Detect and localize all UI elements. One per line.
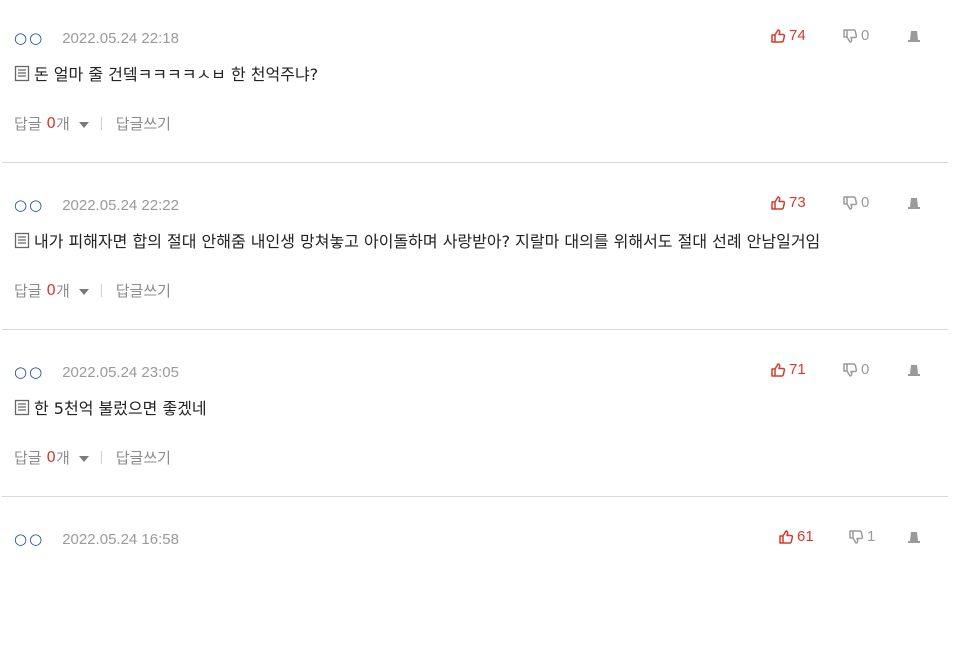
dislike-button[interactable]: 0 — [842, 361, 869, 378]
comment-date: 2022.05.24 22:18 — [62, 29, 179, 47]
dislike-count: 1 — [867, 528, 876, 545]
comment-meta: ○○ 2022.05.24 22:22 — [14, 195, 179, 215]
thumbs-up-icon — [771, 362, 786, 377]
reply-toggle-button[interactable]: 답글 0개 — [14, 447, 89, 468]
caret-down-icon — [78, 121, 89, 128]
dislike-button[interactable]: 1 — [848, 528, 875, 545]
comment-separator — [2, 162, 948, 163]
report-icon — [908, 31, 920, 42]
dislike-button[interactable]: 0 — [842, 27, 869, 44]
thumbs-up-icon — [779, 529, 794, 544]
like-button[interactable]: 61 — [778, 528, 814, 545]
comment-author[interactable]: ○○ — [14, 530, 44, 548]
reply-unit: 개 — [55, 281, 70, 300]
reply-label: 답글 — [14, 448, 42, 467]
comment-body: 내가 피해자면 합의 절대 안해줌 내인생 망쳐놓고 아이돌하며 사랑받아? 지… — [14, 229, 820, 251]
vote-bar: 74 0 — [770, 27, 930, 47]
caret-down-icon — [78, 455, 89, 462]
thumbs-down-icon — [843, 362, 858, 377]
document-icon — [14, 65, 30, 82]
comment-body: 한 5천억 불렀으면 좋겠네 — [14, 396, 207, 418]
comment-actions: 답글 0개 답글쓰기 — [14, 446, 171, 468]
divider — [100, 116, 102, 130]
write-reply-button[interactable]: 답글쓰기 — [116, 280, 171, 301]
comment-separator — [2, 496, 948, 497]
dislike-count: 0 — [861, 194, 870, 211]
report-icon — [908, 532, 920, 543]
reply-count: 0 — [46, 281, 56, 299]
report-button[interactable] — [906, 195, 922, 215]
comment-date: 2022.05.24 22:22 — [62, 196, 179, 214]
comment-item: ○○ 2022.05.24 16:58 61 1 — [0, 501, 960, 668]
reply-toggle-button[interactable]: 답글 0개 — [14, 280, 89, 301]
comment-item: ○○ 2022.05.24 22:22 73 0 내가 피해자면 합의 절대 안… — [0, 167, 960, 334]
thumbs-up-icon — [771, 195, 786, 210]
document-icon — [14, 232, 30, 249]
comment-text: 한 5천억 불렀으면 좋겠네 — [34, 399, 207, 418]
comment-text: 내가 피해자면 합의 절대 안해줌 내인생 망쳐놓고 아이돌하며 사랑받아? 지… — [34, 232, 821, 251]
comment-author[interactable]: ○○ — [14, 196, 44, 214]
report-button[interactable] — [906, 28, 922, 48]
report-icon — [908, 198, 920, 209]
caret-down-icon — [78, 288, 89, 295]
comment-item: ○○ 2022.05.24 23:05 71 0 한 5천억 불렀으면 좋겠네 … — [0, 334, 960, 501]
thumbs-down-icon — [849, 529, 864, 544]
like-count: 61 — [797, 528, 814, 545]
divider — [100, 283, 102, 297]
reply-label: 답글 — [14, 114, 42, 133]
comment-item: ○○ 2022.05.24 22:18 74 0 돈 얼마 줄 건뎈ㅋㅋㅋㅋㅅㅂ… — [0, 0, 960, 167]
report-icon — [908, 365, 920, 376]
like-count: 71 — [789, 361, 806, 378]
comment-actions: 답글 0개 답글쓰기 — [14, 112, 171, 134]
comment-author[interactable]: ○○ — [14, 29, 44, 47]
comment-body: 돈 얼마 줄 건뎈ㅋㅋㅋㅋㅅㅂ 한 천억주냐? — [14, 62, 318, 84]
report-button[interactable] — [906, 529, 922, 549]
like-count: 74 — [789, 27, 806, 44]
write-reply-button[interactable]: 답글쓰기 — [116, 113, 171, 134]
comment-meta: ○○ 2022.05.24 22:18 — [14, 28, 179, 48]
like-count: 73 — [789, 194, 806, 211]
like-button[interactable]: 73 — [770, 194, 806, 211]
thumbs-up-icon — [771, 28, 786, 43]
thumbs-down-icon — [843, 28, 858, 43]
report-button[interactable] — [906, 362, 922, 382]
write-reply-button[interactable]: 답글쓰기 — [116, 447, 171, 468]
comment-date: 2022.05.24 16:58 — [62, 530, 179, 548]
divider — [100, 450, 102, 464]
thumbs-down-icon — [843, 195, 858, 210]
vote-bar: 61 1 — [770, 528, 930, 548]
reply-count: 0 — [46, 114, 56, 132]
vote-bar: 71 0 — [770, 361, 930, 381]
comment-separator — [2, 329, 948, 330]
dislike-button[interactable]: 0 — [842, 194, 869, 211]
reply-label: 답글 — [14, 281, 42, 300]
comment-actions: 답글 0개 답글쓰기 — [14, 279, 171, 301]
reply-unit: 개 — [55, 448, 70, 467]
reply-unit: 개 — [55, 114, 70, 133]
reply-toggle-button[interactable]: 답글 0개 — [14, 113, 89, 134]
comment-meta: ○○ 2022.05.24 16:58 — [14, 529, 179, 549]
comment-date: 2022.05.24 23:05 — [62, 363, 179, 381]
like-button[interactable]: 74 — [770, 27, 806, 44]
vote-bar: 73 0 — [770, 194, 930, 214]
dislike-count: 0 — [861, 361, 870, 378]
comment-meta: ○○ 2022.05.24 23:05 — [14, 362, 179, 382]
comment-text: 돈 얼마 줄 건뎈ㅋㅋㅋㅋㅅㅂ 한 천억주냐? — [34, 65, 319, 84]
dislike-count: 0 — [861, 27, 870, 44]
like-button[interactable]: 71 — [770, 361, 806, 378]
comment-author[interactable]: ○○ — [14, 363, 44, 381]
reply-count: 0 — [46, 448, 56, 466]
document-icon — [14, 399, 30, 416]
